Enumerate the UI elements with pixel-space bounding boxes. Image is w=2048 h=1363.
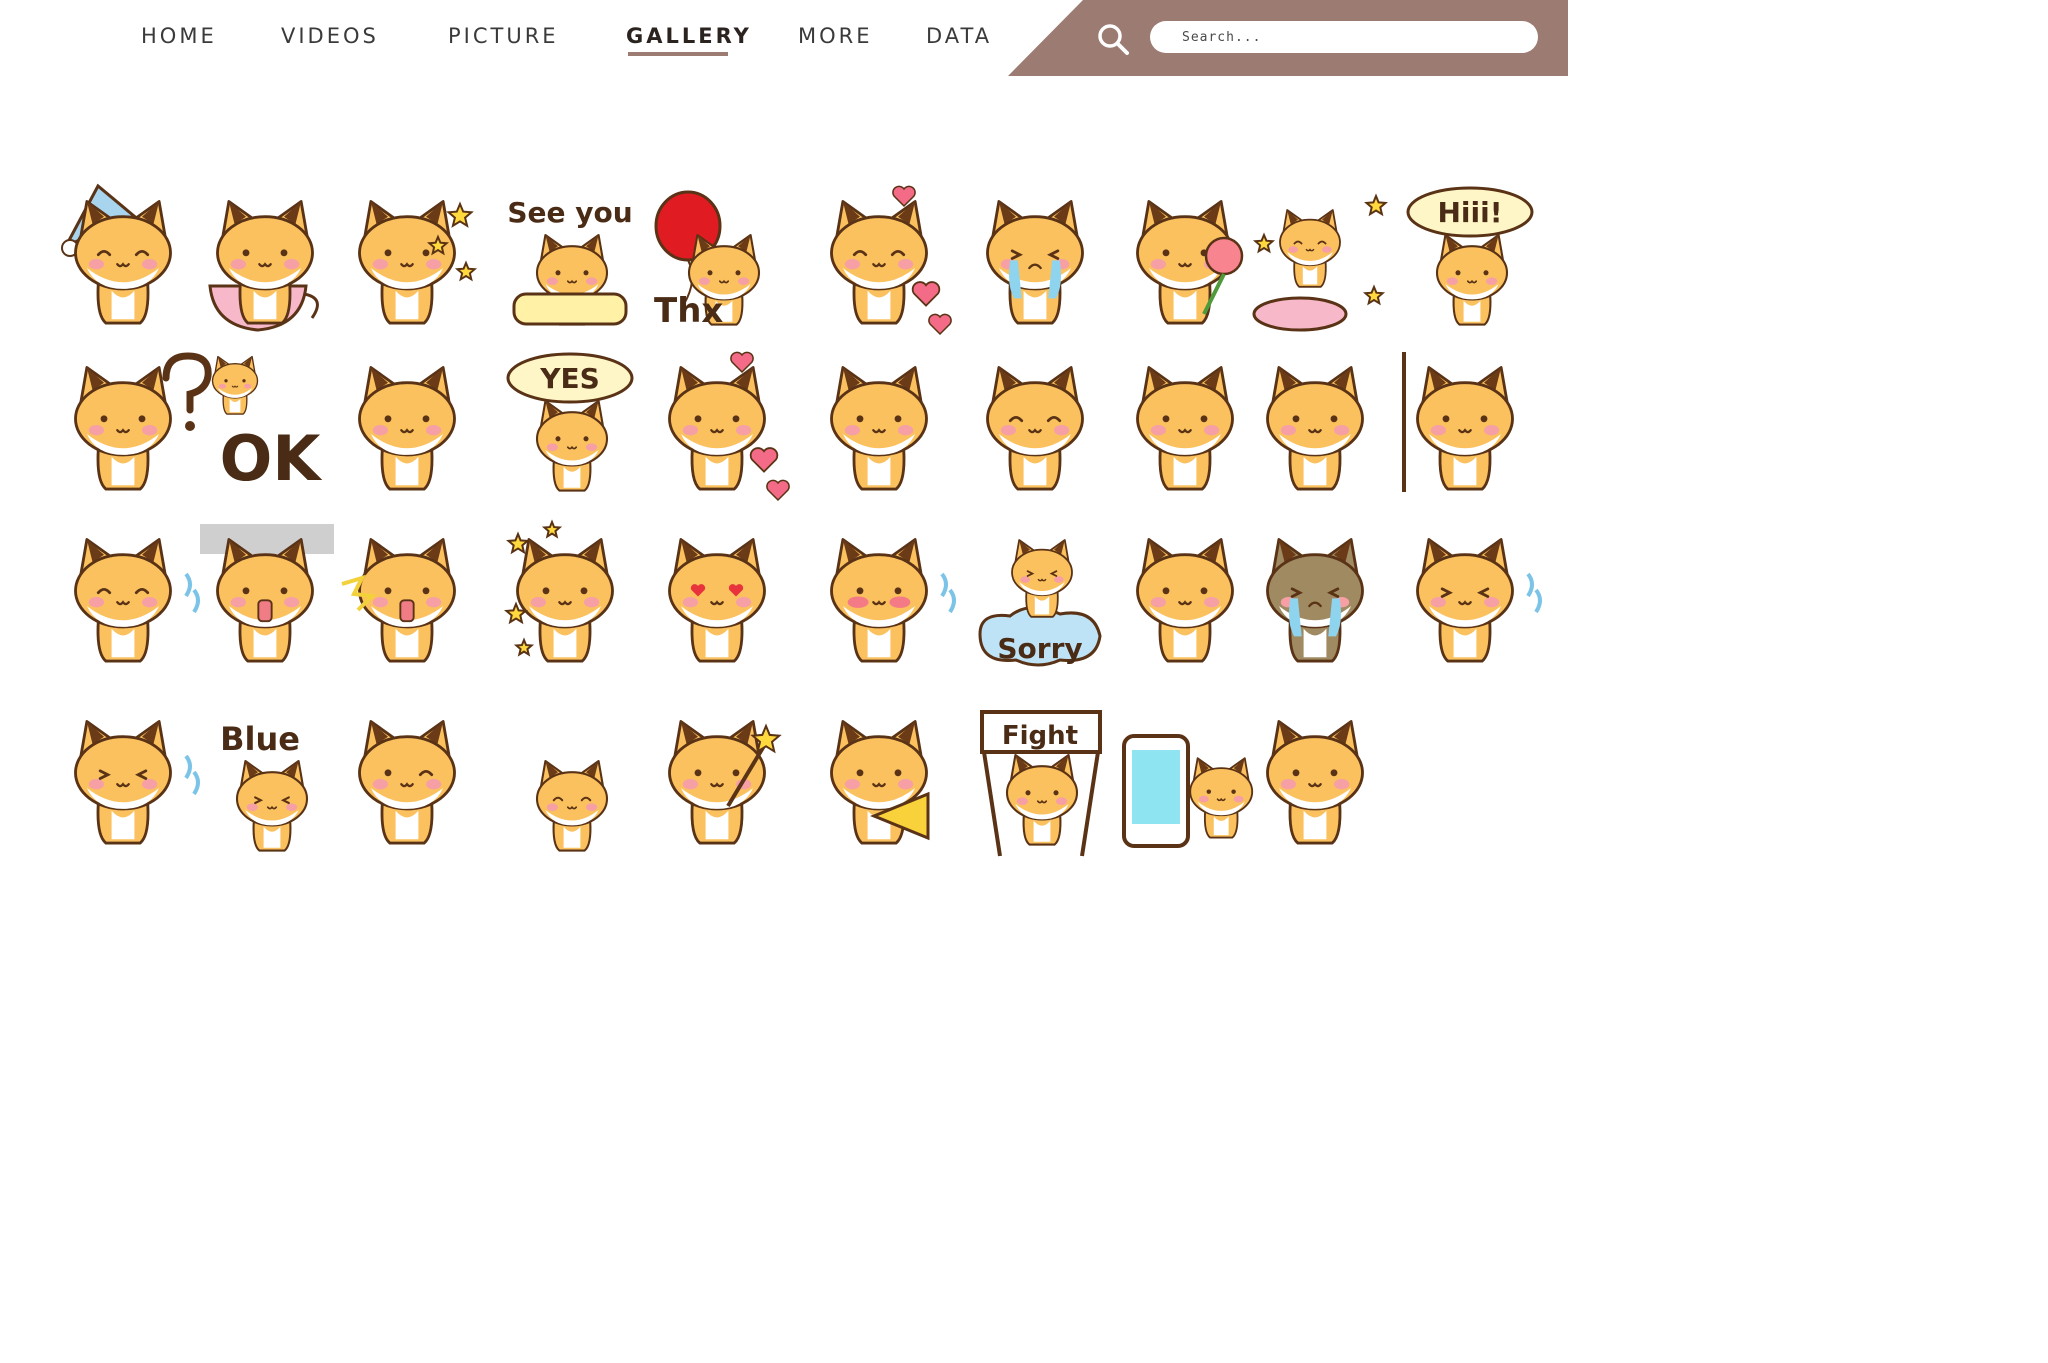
fox-sticker-art: OK	[211, 355, 323, 495]
sticker-1[interactable]	[58, 183, 198, 336]
fox-sticker-art	[358, 366, 456, 491]
fox-sticker-art	[358, 720, 456, 845]
sticker-caption: Sorry	[997, 632, 1082, 665]
fox-sticker-art	[830, 366, 928, 491]
sticker-31[interactable]	[58, 706, 200, 856]
sticker-caption: YES	[539, 362, 600, 395]
sticker-33[interactable]	[342, 706, 482, 856]
fox-sticker-art	[986, 200, 1084, 325]
nav-more[interactable]: MORE	[798, 24, 873, 48]
search-input[interactable]	[1150, 21, 1538, 53]
sticker-15[interactable]	[652, 351, 792, 502]
nav-active-underline	[628, 52, 728, 56]
fox-sticker-art	[341, 538, 456, 663]
sticker-caption: Fight	[1002, 721, 1078, 751]
fox-sticker-art	[74, 352, 212, 491]
sticker-9[interactable]	[1250, 186, 1390, 336]
sticker-19[interactable]	[1250, 352, 1390, 502]
fox-sticker-art	[1252, 193, 1388, 332]
nav-home[interactable]: HOME	[141, 24, 217, 48]
fox-sticker-art	[535, 759, 609, 852]
sticker-caption: OK	[220, 422, 323, 495]
nav-gallery[interactable]: GALLERY	[626, 24, 752, 48]
fox-sticker-art: Fight	[980, 710, 1102, 857]
fox-sticker-art	[830, 720, 930, 845]
sticker-6[interactable]	[814, 185, 954, 336]
fox-sticker-art	[1136, 200, 1244, 325]
sticker-29[interactable]	[1250, 524, 1390, 674]
sticker-27[interactable]: Sorry	[970, 524, 1110, 674]
sticker-7[interactable]	[970, 186, 1110, 336]
nav-picture[interactable]: PICTURE	[448, 24, 559, 48]
nav-data[interactable]: DATA	[926, 24, 992, 48]
fox-sticker-art: See you	[507, 196, 633, 326]
fox-sticker-art	[200, 524, 334, 663]
fox-sticker-art	[1266, 366, 1364, 491]
sticker-21[interactable]	[58, 524, 200, 674]
fox-sticker-art	[1266, 720, 1364, 845]
sticker-12[interactable]: OK	[200, 352, 340, 502]
sticker-11[interactable]	[58, 352, 212, 502]
fox-sticker-art: Sorry	[978, 539, 1102, 667]
fox-sticker-art	[668, 538, 766, 663]
sticker-35[interactable]	[652, 706, 792, 856]
sticker-37[interactable]: Fight	[970, 706, 1110, 857]
sticker-4[interactable]: See you	[500, 186, 640, 336]
fox-sticker-art	[1122, 734, 1254, 848]
sticker-2[interactable]	[200, 186, 340, 336]
fox-sticker-art	[74, 538, 200, 663]
sticker-16[interactable]	[814, 352, 954, 502]
fox-sticker-art	[1136, 538, 1234, 663]
nav-videos[interactable]: VIDEOS	[281, 24, 379, 48]
fox-sticker-art	[1416, 538, 1542, 663]
sticker-30[interactable]	[1400, 524, 1542, 674]
sticker-caption: Hiii!	[1438, 196, 1503, 229]
sticker-caption: Blue	[220, 720, 300, 758]
fox-sticker-art: YES	[506, 352, 634, 492]
sticker-caption: See you	[507, 196, 632, 229]
sticker-36[interactable]	[814, 706, 954, 856]
sticker-23[interactable]	[341, 524, 482, 674]
sticker-10[interactable]: Hiii!	[1400, 186, 1540, 336]
fox-sticker-art	[1266, 538, 1364, 663]
fox-sticker-art: Blue	[220, 720, 309, 852]
sticker-26[interactable]	[814, 524, 956, 674]
sticker-38[interactable]	[1120, 706, 1260, 856]
fox-sticker-art	[830, 185, 952, 336]
sticker-3[interactable]	[342, 186, 482, 336]
fox-sticker-art: Thx	[654, 190, 761, 331]
sticker-34[interactable]	[500, 706, 640, 856]
fox-sticker-art	[1136, 366, 1234, 491]
sticker-17[interactable]	[970, 352, 1110, 502]
sticker-20[interactable]	[1400, 352, 1540, 502]
fox-sticker-art: Hiii!	[1406, 186, 1534, 326]
sticker-24[interactable]	[500, 519, 640, 674]
fox-sticker-art	[830, 538, 956, 663]
sticker-8[interactable]	[1120, 186, 1260, 336]
sticker-28[interactable]	[1120, 524, 1260, 674]
fox-sticker-art	[208, 200, 319, 332]
fox-sticker-art	[358, 200, 478, 325]
fox-sticker-art	[668, 351, 790, 502]
sticker-22[interactable]	[200, 524, 340, 674]
fox-sticker-art	[668, 720, 782, 845]
fox-sticker-art	[504, 519, 614, 663]
sticker-18[interactable]	[1120, 352, 1260, 502]
sticker-caption: Thx	[654, 291, 723, 331]
search-icon[interactable]	[1096, 22, 1130, 56]
fox-sticker-art	[986, 366, 1084, 491]
sticker-25[interactable]	[652, 524, 792, 674]
fox-sticker-art	[1402, 352, 1514, 492]
sticker-32[interactable]: Blue	[200, 706, 340, 856]
sticker-5[interactable]: Thx	[652, 186, 792, 336]
sticker-39[interactable]	[1250, 706, 1390, 856]
sticker-13[interactable]	[342, 352, 482, 502]
fox-sticker-art	[61, 183, 172, 325]
sticker-14[interactable]: YES	[500, 352, 640, 502]
fox-sticker-art	[74, 720, 200, 845]
